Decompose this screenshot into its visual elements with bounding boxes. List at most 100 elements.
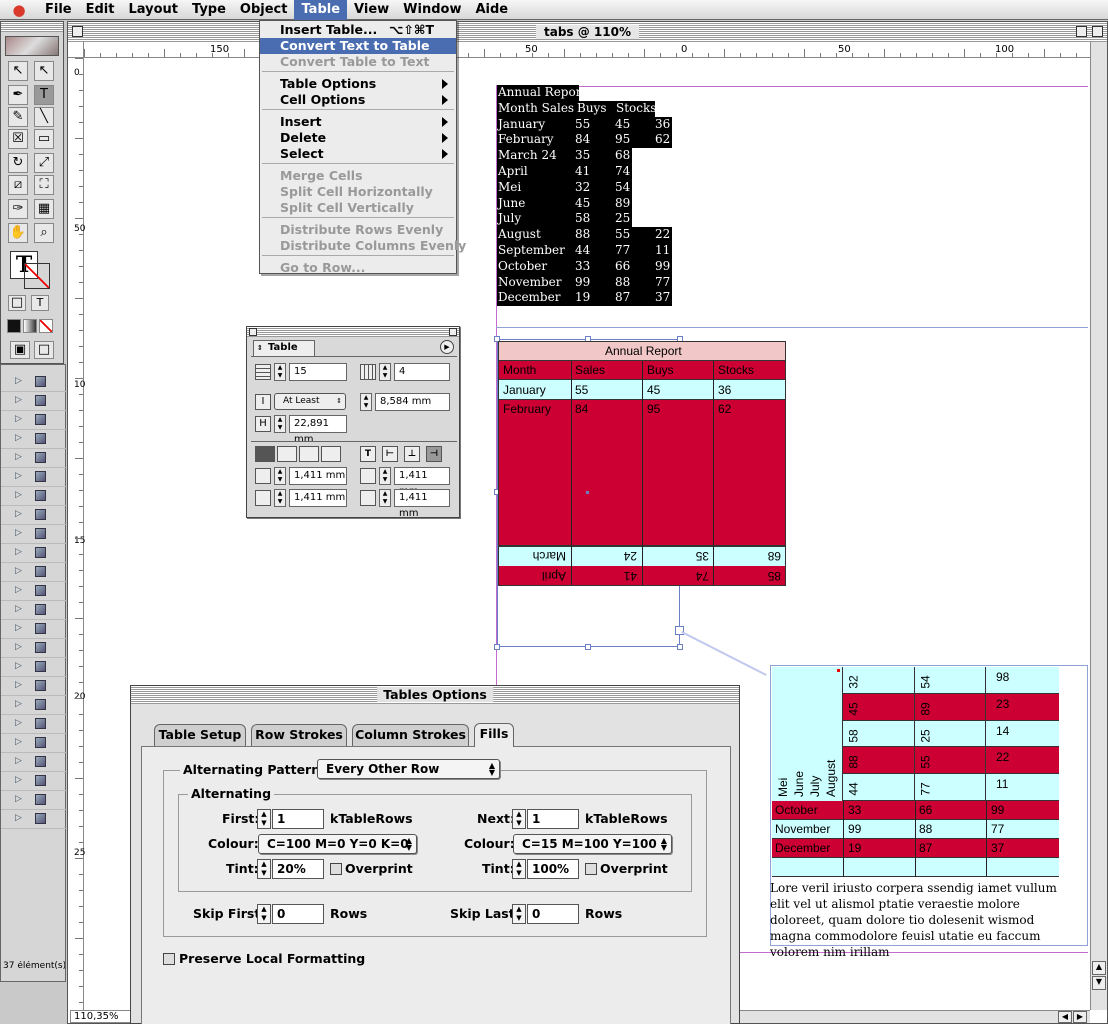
ruler-corner[interactable] <box>68 42 84 58</box>
palette-titlebar[interactable] <box>247 327 459 337</box>
rectangle-tool-icon[interactable]: ▭ <box>34 129 54 149</box>
collapse-box-icon[interactable] <box>449 328 457 336</box>
inset-bottom-field[interactable]: 1,411 mm <box>289 489 347 507</box>
indesign-logo-icon[interactable] <box>5 36 59 56</box>
zoom-box-icon[interactable] <box>1076 26 1087 37</box>
disclosure-triangle-icon[interactable]: ▷ <box>15 623 22 633</box>
row-height-stepper[interactable]: ▲ ▼ <box>360 393 372 411</box>
tint-2-stepper[interactable]: ▲ ▼ <box>512 859 526 879</box>
disclosure-triangle-icon[interactable]: ▷ <box>15 699 22 709</box>
library-item[interactable]: ▷ <box>1 753 67 772</box>
disclosure-triangle-icon[interactable]: ▷ <box>15 775 22 785</box>
library-item[interactable]: ▷ <box>1 582 67 601</box>
menu-item[interactable]: Split Cell Vertically <box>260 200 456 216</box>
library-item[interactable]: ▷ <box>1 468 67 487</box>
tab-row-strokes[interactable]: Row Strokes <box>251 724 347 746</box>
dialog-titlebar[interactable]: Tables Options <box>131 686 739 704</box>
window-titlebar[interactable]: tabs @ 110% <box>68 22 1107 42</box>
first-stepper[interactable]: ▲ ▼ <box>257 809 271 829</box>
overprint-2-checkbox[interactable] <box>585 863 597 875</box>
rotate-text-270-icon[interactable]: ⊣ <box>426 446 442 462</box>
menu-item[interactable]: Split Cell Horizontally <box>260 184 456 200</box>
library-item[interactable]: ▷ <box>1 620 67 639</box>
overprint-1-checkbox[interactable] <box>330 863 342 875</box>
rotate-tool-icon[interactable]: ↻ <box>8 153 28 173</box>
inset-bottom-stepper[interactable]: ▲ ▼ <box>274 489 286 507</box>
rotate-text-0-icon[interactable]: T <box>360 446 376 462</box>
skip-last-stepper[interactable]: ▲ ▼ <box>512 904 526 924</box>
colour-1-select[interactable]: C=100 M=0 Y=0 K=0 ▲ ▼ <box>258 834 417 854</box>
disclosure-triangle-icon[interactable]: ▷ <box>15 566 22 576</box>
first-field[interactable]: 1 <box>272 809 324 829</box>
preview-view-icon[interactable]: □ <box>34 341 54 359</box>
menu-edit[interactable]: Edit <box>79 0 122 20</box>
free-transform-tool-icon[interactable]: ⛶ <box>34 175 54 195</box>
tint-1-field[interactable]: 20% <box>272 859 324 879</box>
menu-file[interactable]: File <box>38 0 79 20</box>
row-height-mode-select[interactable]: At Least ⇕ <box>274 393 346 410</box>
disclosure-triangle-icon[interactable]: ▷ <box>15 547 22 557</box>
rows-stepper[interactable]: ▲ ▼ <box>274 363 286 381</box>
tint-2-field[interactable]: 100% <box>527 859 579 879</box>
menu-item[interactable]: Insert <box>260 114 456 130</box>
library-item[interactable]: ▷ <box>1 430 67 449</box>
column-width-stepper[interactable]: ▲ ▼ <box>274 415 286 433</box>
align-bottom-icon[interactable] <box>299 446 319 462</box>
library-item[interactable]: ▷ <box>1 449 67 468</box>
apply-none-icon[interactable] <box>39 319 53 333</box>
disclosure-triangle-icon[interactable]: ▷ <box>15 528 22 538</box>
fill-stroke-icon[interactable]: T <box>10 251 54 295</box>
menu-window[interactable]: Window <box>396 0 468 20</box>
tab-column-strokes[interactable]: Column Strokes <box>352 724 469 746</box>
frame-handle[interactable] <box>677 644 683 650</box>
inset-top-stepper[interactable]: ▲ ▼ <box>274 467 286 485</box>
direct-selection-tool-icon[interactable]: ↖ <box>34 61 54 81</box>
menu-item[interactable]: Merge Cells <box>260 168 456 184</box>
apple-menu-icon[interactable]: ● <box>0 1 38 19</box>
gradient-tool-icon[interactable]: ▦ <box>34 199 54 219</box>
skip-last-field[interactable]: 0 <box>527 904 579 924</box>
disclosure-triangle-icon[interactable]: ▷ <box>15 794 22 804</box>
library-item[interactable]: ▷ <box>1 677 67 696</box>
skip-first-stepper[interactable]: ▲ ▼ <box>257 904 271 924</box>
rectangle-frame-tool-icon[interactable]: ☒ <box>8 129 28 149</box>
scale-tool-icon[interactable]: ⤢ <box>34 153 54 173</box>
shear-tool-icon[interactable]: ⧄ <box>8 175 28 195</box>
row-height-field[interactable]: 8,584 mm <box>375 393 450 411</box>
library-item[interactable]: ▷ <box>1 392 67 411</box>
frame-handle[interactable] <box>494 644 500 650</box>
type-tool-icon[interactable]: T <box>34 85 54 105</box>
preserve-formatting-checkbox[interactable] <box>163 953 175 965</box>
collapse-box-icon[interactable] <box>1092 26 1103 37</box>
menu-item[interactable]: Cell Options <box>260 92 456 108</box>
hand-tool-icon[interactable]: ✋ <box>8 223 28 243</box>
inset-left-field[interactable]: 1,411 mm <box>394 467 450 497</box>
formatting-text-icon[interactable]: T <box>31 295 49 311</box>
library-item[interactable]: ▷ <box>1 487 67 506</box>
rotate-text-180-icon[interactable]: ⊥ <box>404 446 420 462</box>
menu-aide[interactable]: Aide <box>468 0 515 20</box>
menu-item[interactable]: Table Options <box>260 76 456 92</box>
library-item[interactable]: ▷ <box>1 791 67 810</box>
disclosure-triangle-icon[interactable]: ▷ <box>15 433 22 443</box>
tab-fills[interactable]: Fills <box>474 723 514 747</box>
disclosure-triangle-icon[interactable]: ▷ <box>15 395 22 405</box>
disclosure-triangle-icon[interactable]: ▷ <box>15 661 22 671</box>
scroll-left-icon[interactable]: ◀ <box>1058 1011 1072 1023</box>
menu-type[interactable]: Type <box>185 0 233 20</box>
scroll-up-icon[interactable]: ▲ <box>1092 961 1106 975</box>
columns-stepper[interactable]: ▲ ▼ <box>379 363 391 381</box>
align-center-icon[interactable] <box>277 446 297 462</box>
menu-view[interactable]: View <box>347 0 396 20</box>
library-item[interactable]: ▷ <box>1 373 67 392</box>
library-item[interactable]: ▷ <box>1 525 67 544</box>
menu-item[interactable]: Distribute Columns Evenly <box>260 238 466 254</box>
body-paragraph[interactable]: Lore veril iriusto corpera ssendig iamet… <box>770 880 1075 960</box>
library-item[interactable]: ▷ <box>1 506 67 525</box>
eyedropper-tool-icon[interactable]: ✑ <box>8 199 28 219</box>
apply-color-icon[interactable] <box>7 319 21 333</box>
disclosure-triangle-icon[interactable]: ▷ <box>15 414 22 424</box>
align-top-icon[interactable] <box>255 446 275 462</box>
tint-1-stepper[interactable]: ▲ ▼ <box>257 859 271 879</box>
disclosure-triangle-icon[interactable]: ▷ <box>15 376 22 386</box>
